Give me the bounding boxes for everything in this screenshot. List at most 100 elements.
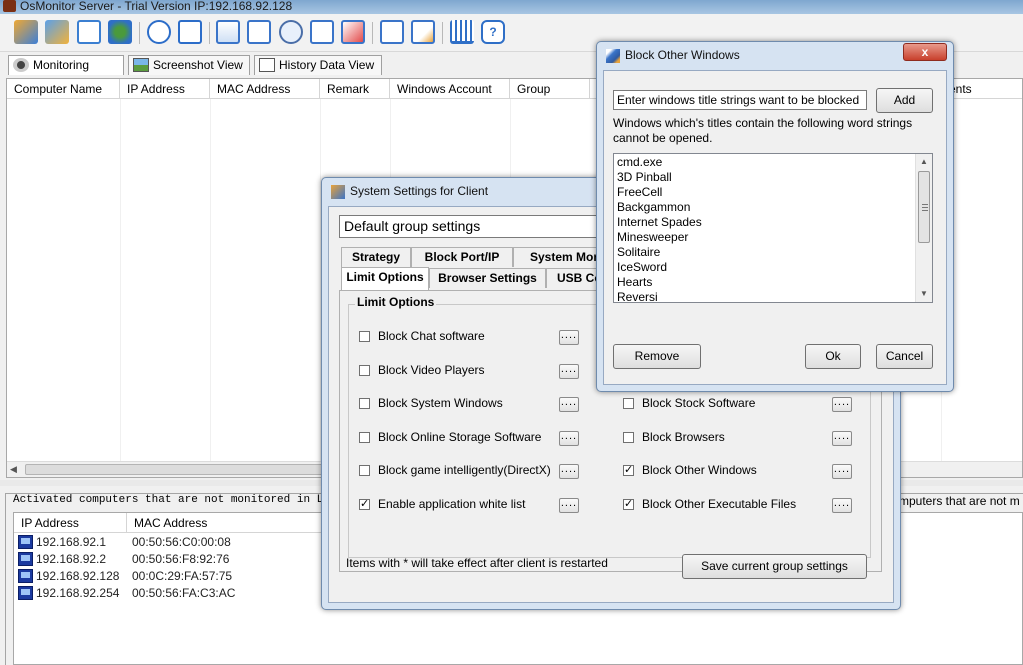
copy-icon[interactable] xyxy=(310,20,334,44)
option-block-other-executables[interactable]: ✓ Block Other Executable Files xyxy=(623,497,823,513)
video-players-details-button[interactable]: .... xyxy=(559,364,579,379)
document-icon xyxy=(259,58,275,72)
tab-screenshot-view[interactable]: Screenshot View xyxy=(128,55,250,75)
option-label: Block Other Windows xyxy=(642,463,757,477)
column-header-computer-name[interactable]: Computer Name xyxy=(7,79,120,99)
ok-button[interactable]: Ok xyxy=(805,344,861,369)
vertical-scrollbar[interactable]: ▲ ▼ xyxy=(915,154,932,302)
monitor-icon xyxy=(13,58,29,72)
option-block-browsers[interactable]: Block Browsers xyxy=(623,430,823,446)
list-item[interactable]: FreeCell xyxy=(617,185,662,200)
checkbox[interactable]: ✓ xyxy=(359,499,370,510)
tab-usb-control[interactable]: USB Co xyxy=(546,268,597,288)
computer-icon xyxy=(18,535,33,549)
column-header-mac-address[interactable]: MAC Address xyxy=(210,79,320,99)
checkbox[interactable] xyxy=(359,398,370,409)
column-header-ip-address[interactable]: IP Address xyxy=(120,79,210,99)
tab-block-port-ip[interactable]: Block Port/IP xyxy=(411,247,513,267)
checkbox[interactable]: ✓ xyxy=(623,499,634,510)
checkbox[interactable] xyxy=(623,432,634,443)
tab-strategy[interactable]: Strategy xyxy=(341,247,411,267)
checkbox[interactable]: ✓ xyxy=(623,465,634,476)
scrollbar-thumb[interactable] xyxy=(25,464,325,475)
game-details-button[interactable]: .... xyxy=(559,464,579,479)
restart-note: Items with * will take effect after clie… xyxy=(346,556,608,570)
blocked-titles-list[interactable]: cmd.exe 3D Pinball FreeCell Backgammon I… xyxy=(613,153,933,303)
list-item[interactable]: Internet Spades xyxy=(617,215,702,230)
alert-icon[interactable] xyxy=(411,20,435,44)
scroll-down-icon[interactable]: ▼ xyxy=(916,286,932,302)
list-item[interactable]: Solitaire xyxy=(617,245,660,260)
cancel-button[interactable]: Cancel xyxy=(876,344,933,369)
help-icon[interactable]: ? xyxy=(481,20,505,44)
rss-icon[interactable] xyxy=(247,20,271,44)
list-item[interactable]: Minesweeper xyxy=(617,230,688,245)
option-block-chat-software[interactable]: Block Chat software xyxy=(359,329,559,345)
checkbox[interactable] xyxy=(359,331,370,342)
checkbox[interactable] xyxy=(359,365,370,376)
tab-monitoring-view[interactable]: Monitoring View xyxy=(8,55,124,90)
column-header-remark[interactable]: Remark xyxy=(320,79,390,99)
scroll-up-icon[interactable]: ▲ xyxy=(916,154,932,170)
toolbar-separator xyxy=(139,22,140,44)
monitor-settings-icon[interactable] xyxy=(45,20,69,44)
window-title-input[interactable]: Enter windows title strings want to be b… xyxy=(613,90,867,110)
column-header-windows-account[interactable]: Windows Account xyxy=(390,79,510,99)
column-header-ip-address[interactable]: IP Address xyxy=(14,513,127,533)
ip-icon[interactable] xyxy=(380,20,404,44)
group-icon[interactable] xyxy=(147,20,171,44)
grip-line xyxy=(922,204,928,205)
computer-icon xyxy=(18,569,33,583)
tab-label: History Data View xyxy=(279,58,375,72)
option-block-stock-software[interactable]: Block Stock Software xyxy=(623,396,823,412)
option-block-video-players[interactable]: Block Video Players xyxy=(359,363,559,379)
column-header-group[interactable]: Group xyxy=(510,79,590,99)
checkbox[interactable] xyxy=(359,465,370,476)
settings-icon[interactable] xyxy=(14,20,38,44)
option-block-online-storage[interactable]: Block Online Storage Software xyxy=(359,430,559,446)
option-block-game-intelligently[interactable]: Block game intelligently(DirectX) xyxy=(359,463,559,479)
lock-icon[interactable] xyxy=(178,20,202,44)
checkbox[interactable] xyxy=(359,432,370,443)
search-icon[interactable] xyxy=(279,20,303,44)
lan-caption-right: mputers that are not m xyxy=(899,494,1020,508)
file-icon[interactable] xyxy=(77,20,101,44)
ip-value: 192.168.92.128 xyxy=(36,569,120,583)
toolbar-separator xyxy=(209,22,210,44)
list-item[interactable]: IceSword xyxy=(617,260,667,275)
tab-history-data-view[interactable]: History Data View xyxy=(254,55,382,75)
other-windows-details-button[interactable]: .... xyxy=(832,464,852,479)
toolbar-separator xyxy=(442,22,443,44)
online-storage-details-button[interactable]: .... xyxy=(559,431,579,446)
close-button[interactable]: x xyxy=(903,43,947,61)
list-item[interactable]: Hearts xyxy=(617,275,652,290)
browsers-details-button[interactable]: .... xyxy=(832,431,852,446)
scroll-left-icon[interactable]: ◀ xyxy=(10,464,17,475)
list-item[interactable]: cmd.exe xyxy=(617,155,662,170)
option-block-other-windows[interactable]: ✓ Block Other Windows xyxy=(623,463,823,479)
group-select[interactable]: Default group settings xyxy=(339,215,629,238)
option-label: Block Video Players xyxy=(378,363,485,377)
remove-button[interactable]: Remove xyxy=(613,344,701,369)
tab-limit-options[interactable]: Limit Options xyxy=(341,267,429,290)
add-button[interactable]: Add xyxy=(876,88,933,113)
chart-icon[interactable] xyxy=(341,20,365,44)
option-block-system-windows[interactable]: Block System Windows xyxy=(359,396,559,412)
cart-icon[interactable] xyxy=(450,20,474,44)
save-group-settings-button[interactable]: Save current group settings xyxy=(682,554,867,579)
option-enable-app-white-list[interactable]: ✓ Enable application white list xyxy=(359,497,559,513)
white-list-details-button[interactable]: .... xyxy=(559,498,579,513)
list-item[interactable]: Reversi xyxy=(617,290,658,302)
system-windows-details-button[interactable]: .... xyxy=(559,397,579,412)
chat-software-details-button[interactable]: .... xyxy=(559,330,579,345)
list-item[interactable]: 3D Pinball xyxy=(617,170,672,185)
network-icon[interactable] xyxy=(108,20,132,44)
remote-icon[interactable] xyxy=(216,20,240,44)
list-item[interactable]: Backgammon xyxy=(617,200,690,215)
tab-system-monitor[interactable]: System Mon xyxy=(513,247,597,267)
checkbox[interactable] xyxy=(623,398,634,409)
scrollbar-thumb[interactable] xyxy=(918,171,930,243)
stock-software-details-button[interactable]: .... xyxy=(832,397,852,412)
other-executables-details-button[interactable]: .... xyxy=(832,498,852,513)
tab-browser-settings[interactable]: Browser Settings xyxy=(429,268,546,288)
